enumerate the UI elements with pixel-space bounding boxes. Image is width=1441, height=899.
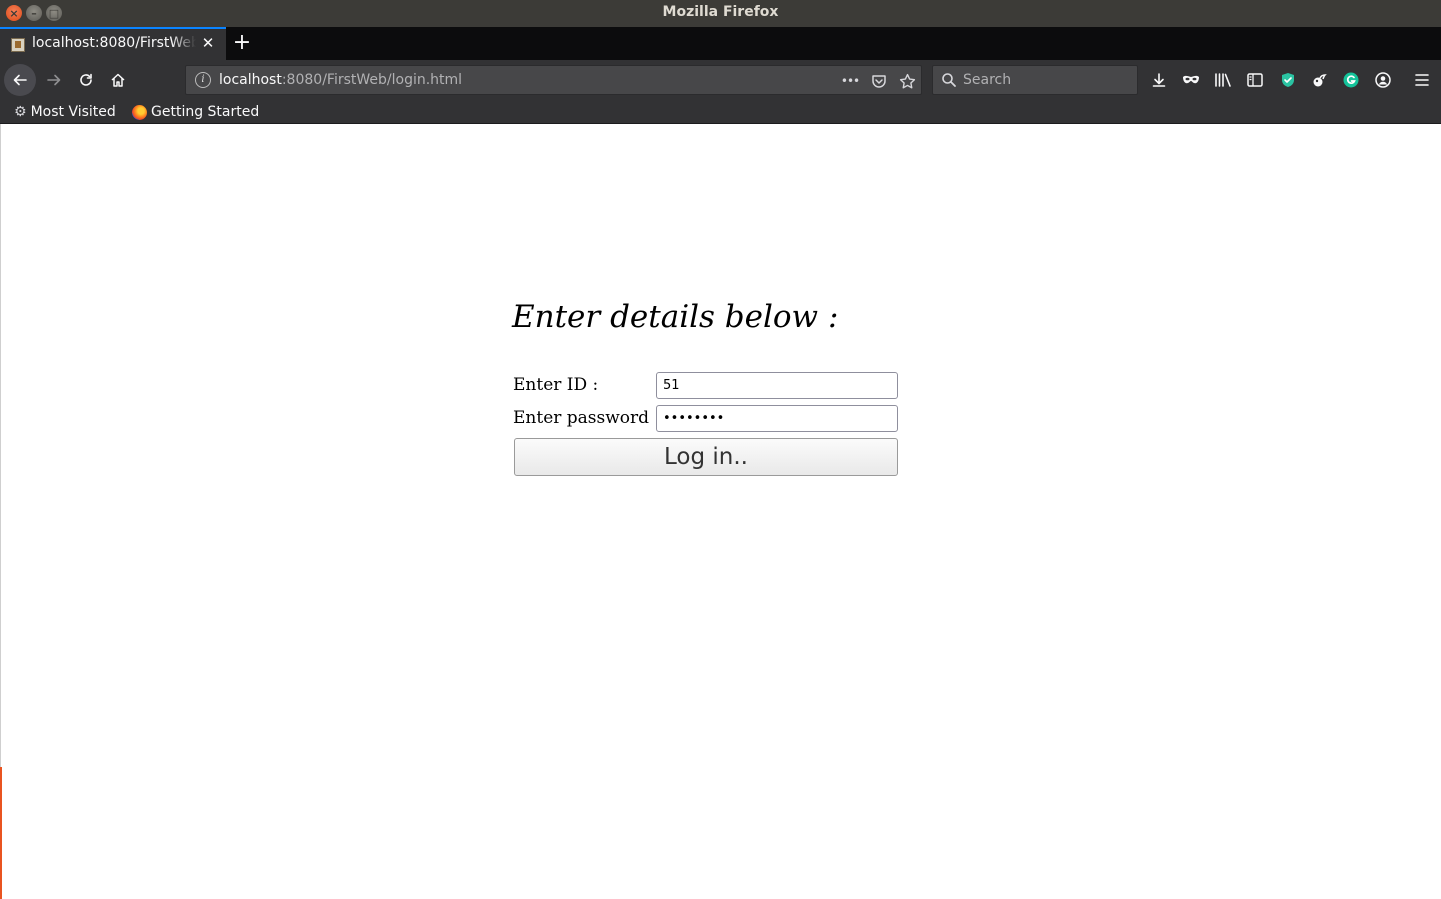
url-path: :8080/FirstWeb/login.html [281,72,463,88]
private-browsing-button[interactable] [1179,68,1203,92]
menu-button[interactable] [1410,68,1434,92]
desktop-edge [0,767,2,899]
adblock-extension-button[interactable] [1276,68,1300,92]
shield-icon [1282,73,1294,87]
firefox-icon [132,104,147,120]
page-favicon-icon [11,38,25,52]
extension-button[interactable] [1307,68,1331,92]
page-heading: Enter details below : [512,299,839,335]
url-host: localhost [219,72,282,88]
id-input[interactable] [656,372,898,399]
extension-icon [1313,74,1327,87]
downloads-button[interactable] [1147,68,1171,92]
pocket-button[interactable] [869,71,889,91]
bookmark-getting-started[interactable]: Getting Started [132,102,259,122]
hamburger-menu-icon [1415,74,1429,86]
window-title: Mozilla Firefox [662,4,779,20]
forward-button[interactable] [38,64,70,96]
grammarly-icon [1343,72,1359,88]
bookmark-star-button[interactable] [897,71,917,91]
sidebar-icon [1247,73,1263,87]
library-button[interactable] [1211,68,1235,92]
window-titlebar: × – □ Mozilla Firefox [0,0,1441,27]
account-icon [1375,72,1391,88]
bookmarks-toolbar: ⚙ Most Visited Getting Started [0,100,1441,124]
star-icon [899,73,915,88]
search-bar[interactable] [932,65,1138,95]
arrow-left-icon [13,74,27,86]
login-button[interactable]: Log in.. [514,438,898,476]
mask-icon [1183,75,1199,84]
tab-title: localhost:8080/FirstWeb/login.html [32,35,196,51]
account-button[interactable] [1371,68,1395,92]
tab-close-button[interactable]: ✕ [200,34,216,52]
search-icon [942,73,956,87]
bookmark-label: Getting Started [151,104,260,120]
bookmark-label: Most Visited [30,104,116,120]
gear-icon: ⚙ [14,104,27,120]
url-bar[interactable]: i localhost:8080/FirstWeb/login.html ••• [185,65,922,95]
url-text[interactable]: localhost:8080/FirstWeb/login.html [219,72,462,88]
home-button[interactable] [102,64,134,96]
grammarly-button[interactable] [1339,68,1363,92]
reload-icon [80,73,92,86]
page-actions-button[interactable]: ••• [840,71,860,91]
password-label: Enter password : [513,408,661,428]
site-info-icon[interactable]: i [195,72,211,88]
tab-strip: localhost:8080/FirstWeb/login.html ✕ + [0,27,1441,60]
bookmark-most-visited[interactable]: ⚙ Most Visited [14,102,116,122]
new-tab-button[interactable]: + [230,30,254,56]
reload-button[interactable] [70,64,102,96]
download-icon [1152,73,1166,87]
back-button[interactable] [4,64,36,96]
search-input[interactable] [963,71,1133,89]
library-icon [1215,73,1231,87]
page-content: Enter details below : Enter ID : Enter p… [0,124,1441,899]
password-input[interactable] [656,405,898,432]
id-label: Enter ID : [513,375,599,395]
nav-toolbar: i localhost:8080/FirstWeb/login.html ••• [0,60,1441,100]
home-icon [111,73,125,87]
sidebar-button[interactable] [1243,68,1267,92]
arrow-right-icon [47,74,61,86]
tab-login[interactable]: localhost:8080/FirstWeb/login.html ✕ [0,27,226,60]
pocket-icon [872,75,886,88]
